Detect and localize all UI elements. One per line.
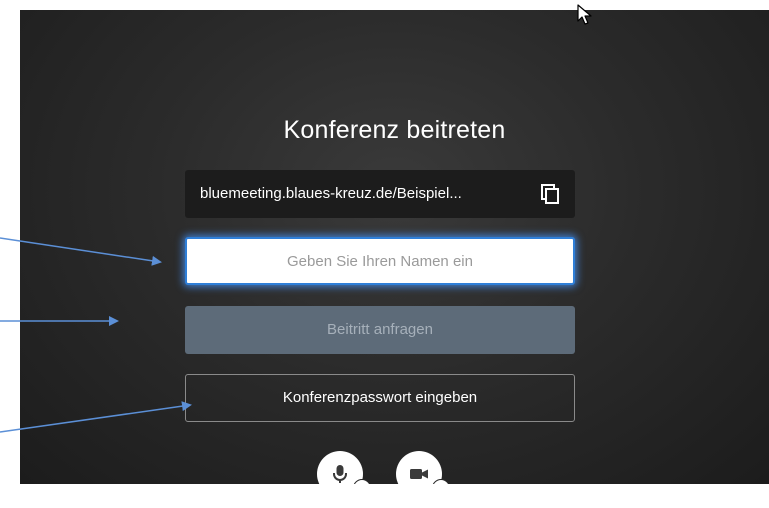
name-input[interactable]	[185, 237, 575, 285]
conference-password-button[interactable]: Konferenzpasswort eingeben	[185, 374, 575, 422]
mouse-cursor-icon	[577, 4, 592, 25]
copy-icon[interactable]	[539, 183, 561, 205]
camera-icon	[410, 469, 428, 479]
page-title: Konferenz beitreten	[283, 116, 506, 144]
meeting-url-box: bluemeeting.blaues-kreuz.de/Beispiel...	[185, 170, 575, 218]
meeting-prejoin-screen: Konferenz beitreten bluemeeting.blaues-k…	[20, 10, 769, 484]
meeting-url-text: bluemeeting.blaues-kreuz.de/Beispiel...	[200, 185, 462, 202]
join-request-button[interactable]: Beitritt anfragen	[185, 306, 575, 354]
microphone-options-toggle[interactable]	[353, 479, 371, 484]
camera-button[interactable]	[396, 451, 450, 484]
microphone-button[interactable]	[317, 451, 371, 484]
camera-options-toggle[interactable]	[432, 479, 450, 484]
microphone-icon	[333, 465, 347, 483]
